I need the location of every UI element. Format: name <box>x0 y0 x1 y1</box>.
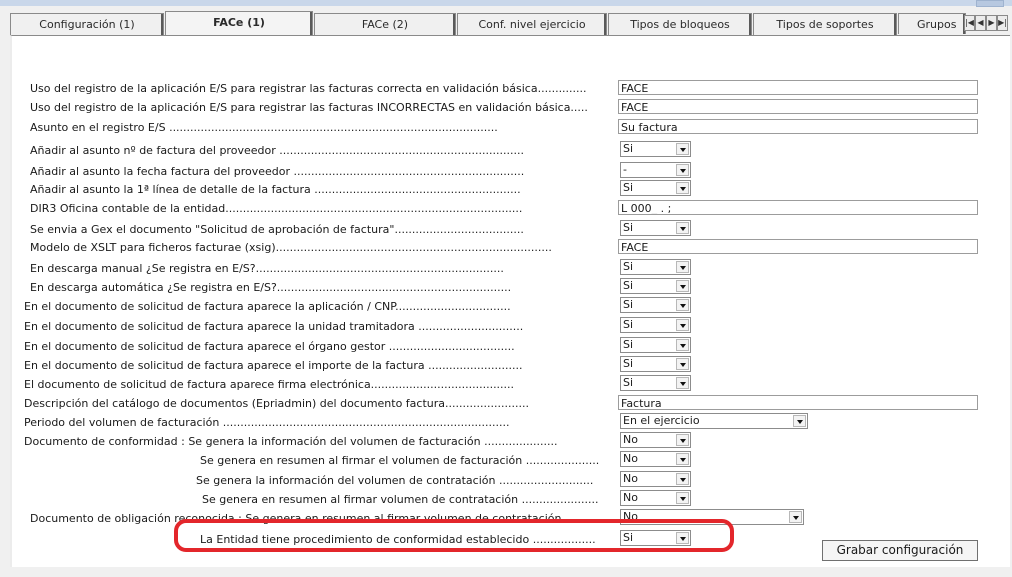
row-label: Se genera en resumen al firmar el volume… <box>200 454 600 467</box>
chevron-down-icon[interactable] <box>676 434 689 446</box>
last-icon[interactable]: ▶| <box>997 15 1008 31</box>
dropdown[interactable]: Si <box>620 180 691 196</box>
row-label: Añadir al asunto nº de factura del prove… <box>30 144 524 157</box>
dropdown[interactable]: Si <box>620 220 691 236</box>
tab-conf-nivel-ejercicio[interactable]: Conf. nivel ejercicio <box>457 13 607 35</box>
dropdown[interactable]: Si <box>620 141 691 157</box>
window-top-strip <box>0 0 1012 7</box>
text-input[interactable]: FACE <box>618 99 978 114</box>
chevron-down-icon[interactable] <box>676 143 689 155</box>
row-label: En descarga automática ¿Se registra en E… <box>30 281 512 294</box>
chevron-down-icon[interactable] <box>676 261 689 273</box>
dropdown[interactable]: En el ejercicio <box>620 413 808 429</box>
chevron-down-icon[interactable] <box>676 453 689 465</box>
row-label: Documento de obligación reconocida : Se … <box>30 512 562 525</box>
dropdown[interactable]: No <box>620 509 804 525</box>
tab-bar: Configuración (1) FACe (1) FACe (2) Conf… <box>10 11 1010 35</box>
tab-face-1[interactable]: FACe (1) <box>165 11 313 35</box>
tab-configuracion-1[interactable]: Configuración (1) <box>10 13 164 35</box>
dropdown[interactable]: Si <box>620 259 691 275</box>
chevron-down-icon[interactable] <box>676 377 689 389</box>
row-label: Se envia a Gex el documento "Solicitud d… <box>30 223 524 236</box>
row-label: El documento de solicitud de factura apa… <box>24 378 515 391</box>
dropdown[interactable]: No <box>620 432 691 448</box>
chevron-down-icon[interactable] <box>676 182 689 194</box>
chevron-down-icon[interactable] <box>676 492 689 504</box>
row-label: Descripción del catálogo de documentos (… <box>24 397 529 410</box>
chevron-down-icon[interactable] <box>676 319 689 331</box>
text-input[interactable]: FACE <box>618 239 978 254</box>
tab-face-2[interactable]: FACe (2) <box>314 13 456 35</box>
grabar-configuracion-button[interactable]: Grabar configuración <box>822 540 978 561</box>
next-icon[interactable]: ▶ <box>986 15 997 31</box>
tab-tipos-de-bloqueos[interactable]: Tipos de bloqueos <box>608 13 752 35</box>
row-label: Añadir al asunto la fecha factura del pr… <box>30 165 525 178</box>
dropdown[interactable]: Si <box>620 278 691 294</box>
row-label: En el documento de solicitud de factura … <box>24 359 523 372</box>
row-label: En el documento de solicitud de factura … <box>24 340 515 353</box>
row-label: Se genera en resumen al firmar volumen d… <box>202 493 599 506</box>
dropdown[interactable]: Si <box>620 375 691 391</box>
chevron-down-icon[interactable] <box>676 222 689 234</box>
chevron-down-icon[interactable] <box>793 415 806 427</box>
text-input[interactable]: L 000_ . ; <box>618 200 978 215</box>
text-input[interactable]: FACE <box>618 80 978 95</box>
dropdown[interactable]: Si <box>620 356 691 372</box>
dropdown[interactable]: Si <box>620 297 691 313</box>
chevron-down-icon[interactable] <box>676 473 689 485</box>
dropdown[interactable]: No <box>620 451 691 467</box>
row-label: Añadir al asunto la 1ª línea de detalle … <box>30 183 521 196</box>
text-input[interactable]: Factura <box>618 395 978 410</box>
row-label: Se genera la información del volumen de … <box>196 474 594 487</box>
row-label: DIR3 Oficina contable de la entidad.....… <box>30 202 523 215</box>
chevron-down-icon[interactable] <box>676 164 689 176</box>
dropdown[interactable]: - <box>620 162 691 178</box>
row-label: La Entidad tiene procedimiento de confor… <box>200 533 596 546</box>
chevron-down-icon[interactable] <box>676 532 689 544</box>
chevron-down-icon[interactable] <box>676 299 689 311</box>
prev-icon[interactable]: ◀ <box>975 15 986 31</box>
chevron-down-icon[interactable] <box>676 358 689 370</box>
row-label: Documento de conformidad : Se genera la … <box>24 435 558 448</box>
dropdown[interactable]: Si <box>620 337 691 353</box>
chevron-down-icon[interactable] <box>676 280 689 292</box>
dropdown[interactable]: Si <box>620 530 691 546</box>
chevron-down-icon[interactable] <box>789 511 802 523</box>
row-label: Periodo del volumen de facturación .....… <box>24 416 510 429</box>
row-label: Uso del registro de la aplicación E/S pa… <box>30 82 587 95</box>
text-input[interactable]: Su factura <box>618 119 978 134</box>
row-label: En el documento de solicitud de factura … <box>24 300 511 313</box>
tab-tipos-de-soportes[interactable]: Tipos de soportes <box>753 13 897 35</box>
dropdown[interactable]: No <box>620 471 691 487</box>
window-controls[interactable] <box>976 0 1004 7</box>
chevron-down-icon[interactable] <box>676 339 689 351</box>
tab-grupos[interactable]: Grupos <box>898 13 966 34</box>
row-label: Uso del registro de la aplicación E/S pa… <box>30 101 588 114</box>
row-label: En el documento de solicitud de factura … <box>24 320 524 333</box>
bottom-bar <box>0 567 1012 577</box>
first-icon[interactable]: |◀ <box>964 15 975 31</box>
dropdown[interactable]: Si <box>620 317 691 333</box>
row-label: Modelo de XSLT para ficheros facturae (x… <box>30 241 552 254</box>
row-label: Asunto en el registro E/S ..............… <box>30 121 498 134</box>
row-label: En descarga manual ¿Se registra en E/S?.… <box>30 262 504 275</box>
dropdown[interactable]: No <box>620 490 691 506</box>
